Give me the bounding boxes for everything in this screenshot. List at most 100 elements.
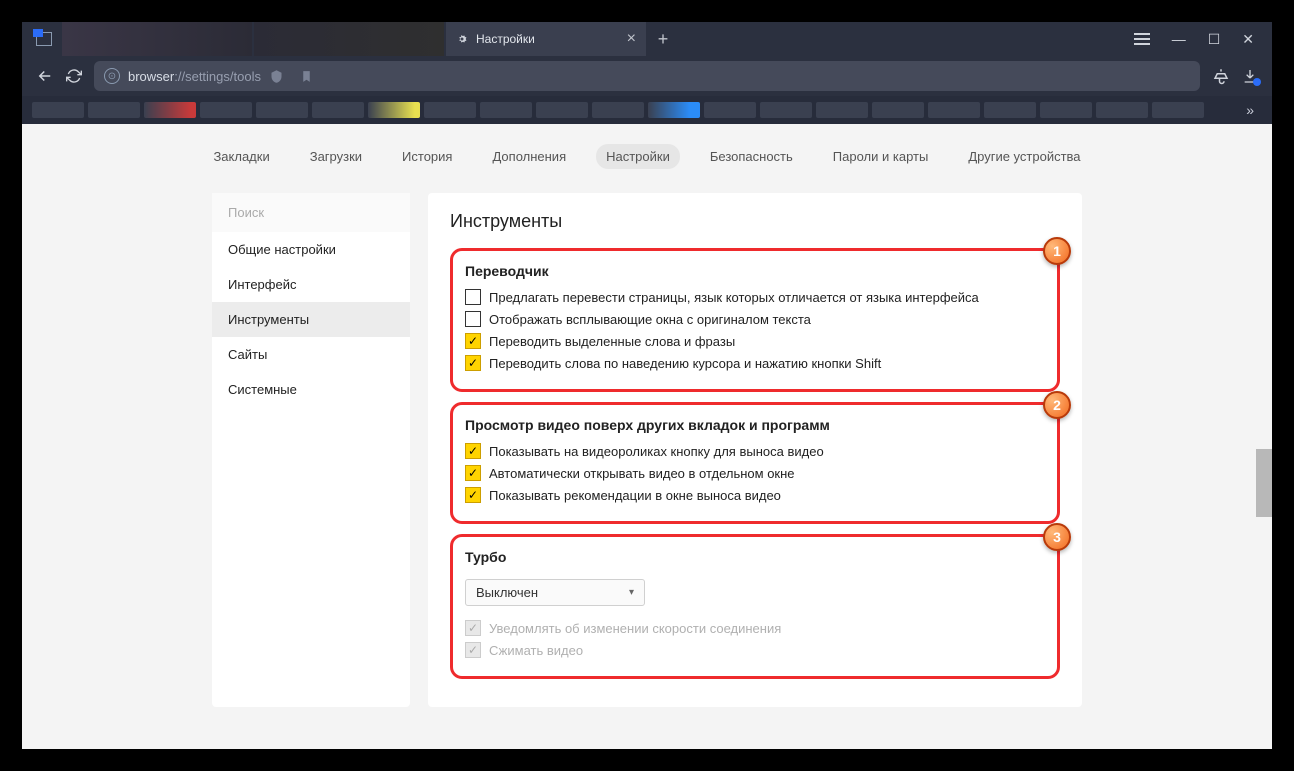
bookmark-item[interactable] <box>256 102 308 118</box>
checkbox-label: Показывать рекомендации в окне выноса ви… <box>489 488 781 503</box>
top-tab-1[interactable]: Загрузки <box>300 144 372 169</box>
sidebar-item[interactable]: Инструменты <box>212 302 410 337</box>
settings-main-panel: Инструменты 1ПереводчикПредлагать переве… <box>428 193 1082 707</box>
browser-tab-active[interactable]: Настройки × <box>446 22 646 56</box>
bookmark-item[interactable] <box>480 102 532 118</box>
top-tab-2[interactable]: История <box>392 144 462 169</box>
bookmark-item[interactable] <box>872 102 924 118</box>
bookmark-item[interactable] <box>424 102 476 118</box>
settings-block: 3ТурбоВыключен▾✓Уведомлять об изменении … <box>450 534 1060 679</box>
bookmark-item[interactable] <box>816 102 868 118</box>
checkbox-label: Уведомлять об изменении скорости соедине… <box>489 621 781 636</box>
bookmark-icon[interactable] <box>300 69 313 84</box>
step-badge: 1 <box>1043 237 1071 265</box>
section-heading: Инструменты <box>450 211 1060 232</box>
bookmark-item[interactable] <box>984 102 1036 118</box>
top-tab-0[interactable]: Закладки <box>203 144 279 169</box>
checkbox-label: Переводить слова по наведению курсора и … <box>489 356 881 371</box>
scrollbar[interactable] <box>1256 449 1272 517</box>
checkbox[interactable] <box>465 289 481 305</box>
settings-block: 2Просмотр видео поверх других вкладок и … <box>450 402 1060 524</box>
checkbox: ✓ <box>465 642 481 658</box>
browser-tab[interactable] <box>254 22 444 56</box>
sidebar-item[interactable]: Сайты <box>212 337 410 372</box>
checkbox-row[interactable]: ✓Автоматически открывать видео в отдельн… <box>465 465 1045 481</box>
sidebar-item[interactable]: Системные <box>212 372 410 407</box>
menu-icon[interactable] <box>1134 33 1150 45</box>
step-badge: 2 <box>1043 391 1071 419</box>
sidebar-item[interactable]: Интерфейс <box>212 267 410 302</box>
checkbox-row[interactable]: Предлагать перевести страницы, язык кото… <box>465 289 1045 305</box>
top-tab-4[interactable]: Настройки <box>596 144 680 169</box>
checkbox-row[interactable]: ✓ Переводить слова по наведению курсора и… <box>465 355 1045 371</box>
checkbox-row[interactable]: ✓ Показывать на видеороликах кнопку для в… <box>465 443 1045 459</box>
checkbox-label: Предлагать перевести страницы, язык кото… <box>489 290 979 305</box>
protect-icon[interactable] <box>269 69 284 84</box>
title-bar: Настройки × + — ☐ ✕ <box>22 22 1272 56</box>
top-tab-3[interactable]: Дополнения <box>482 144 576 169</box>
checkbox[interactable]: ✓ <box>465 465 481 481</box>
search-input[interactable]: Поиск <box>212 193 410 232</box>
workspace-icon[interactable] <box>36 32 52 46</box>
sidebar-item[interactable]: Общие настройки <box>212 232 410 267</box>
feedback-icon[interactable] <box>1212 67 1230 85</box>
bookmark-item[interactable] <box>1152 102 1204 118</box>
url-field[interactable]: ⊙ browser://settings/tools <box>94 61 1200 91</box>
bookmark-item[interactable] <box>312 102 364 118</box>
bookmarks-bar: » <box>22 96 1272 124</box>
checkbox-row[interactable]: ✓ Переводить выделенные слова и фразы <box>465 333 1045 349</box>
checkbox[interactable]: ✓ <box>465 333 481 349</box>
bookmark-item[interactable] <box>1096 102 1148 118</box>
bookmark-item[interactable] <box>200 102 252 118</box>
address-bar: ⊙ browser://settings/tools <box>22 56 1272 96</box>
turbo-select[interactable]: Выключен▾ <box>465 579 645 606</box>
bookmark-item[interactable] <box>592 102 644 118</box>
checkbox-row: ✓ Уведомлять об изменении скорости соедин… <box>465 620 1045 636</box>
settings-block: 1ПереводчикПредлагать перевести страницы… <box>450 248 1060 392</box>
top-tab-5[interactable]: Безопасность <box>700 144 803 169</box>
top-tab-6[interactable]: Пароли и карты <box>823 144 939 169</box>
browser-tab[interactable] <box>62 22 252 56</box>
bookmarks-overflow[interactable]: » <box>1238 102 1262 118</box>
bookmark-item[interactable] <box>536 102 588 118</box>
step-badge: 3 <box>1043 523 1071 551</box>
bookmark-item[interactable] <box>88 102 140 118</box>
checkbox[interactable] <box>465 311 481 327</box>
checkbox-row: ✓ Сжимать видео <box>465 642 1045 658</box>
checkbox-label: Показывать на видеороликах кнопку для вы… <box>489 444 824 459</box>
bookmark-item[interactable] <box>648 102 700 118</box>
checkbox-row[interactable]: Отображать всплывающие окна с оригиналом… <box>465 311 1045 327</box>
checkbox[interactable]: ✓ <box>465 355 481 371</box>
bookmark-item[interactable] <box>760 102 812 118</box>
close-icon[interactable]: × <box>627 30 636 48</box>
checkbox-label: Сжимать видео <box>489 643 583 658</box>
reload-button[interactable] <box>66 68 82 84</box>
checkbox-label: Переводить выделенные слова и фразы <box>489 334 735 349</box>
close-button[interactable]: ✕ <box>1242 31 1254 48</box>
back-button[interactable] <box>36 67 54 85</box>
bookmark-item[interactable] <box>704 102 756 118</box>
site-info-icon[interactable]: ⊙ <box>104 68 120 84</box>
bookmark-item[interactable] <box>928 102 980 118</box>
top-tab-7[interactable]: Другие устройства <box>958 144 1090 169</box>
maximize-button[interactable]: ☐ <box>1208 31 1221 48</box>
checkbox: ✓ <box>465 620 481 636</box>
block-title: Турбо <box>465 549 1045 565</box>
checkbox-row[interactable]: ✓ Показывать рекомендации в окне выноса в… <box>465 487 1045 503</box>
checkbox[interactable]: ✓ <box>465 443 481 459</box>
tab-title: Настройки <box>476 32 535 46</box>
downloads-icon[interactable] <box>1242 68 1258 84</box>
bookmark-item[interactable] <box>1040 102 1092 118</box>
bookmark-item[interactable] <box>144 102 196 118</box>
bookmark-item[interactable] <box>368 102 420 118</box>
url-text: browser://settings/tools <box>128 69 261 84</box>
minimize-button[interactable]: — <box>1172 31 1186 47</box>
settings-sidebar: Поиск Общие настройкиИнтерфейсИнструмент… <box>212 193 410 707</box>
new-tab-button[interactable]: + <box>646 22 680 56</box>
tab-strip: Настройки × + <box>62 22 1116 56</box>
checkbox[interactable]: ✓ <box>465 487 481 503</box>
checkbox-label: Отображать всплывающие окна с оригиналом… <box>489 312 811 327</box>
page-content: Закладки Загрузки История Дополнения Настрой… <box>22 124 1272 749</box>
bookmark-item[interactable] <box>32 102 84 118</box>
settings-top-nav: Закладки Загрузки История Дополнения Настрой… <box>203 144 1090 169</box>
